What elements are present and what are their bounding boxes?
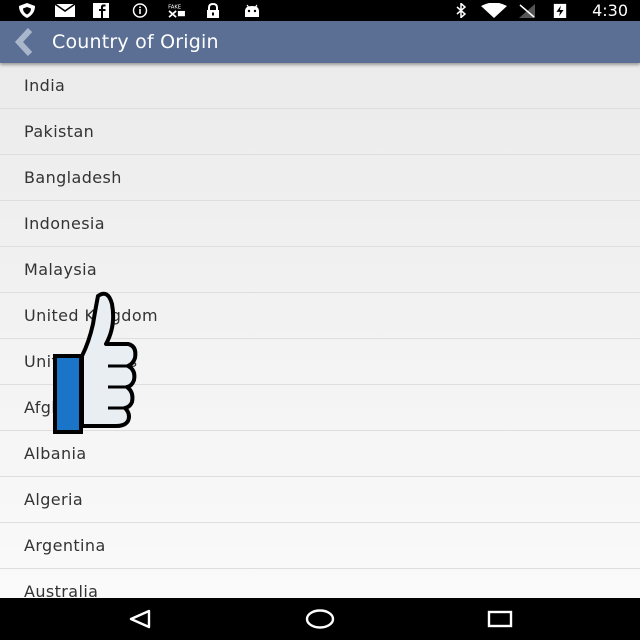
battery-charging-icon xyxy=(553,3,567,18)
back-button[interactable] xyxy=(6,21,44,63)
info-icon xyxy=(132,3,148,18)
nav-back-button[interactable] xyxy=(110,598,170,640)
country-item-algeria[interactable]: Algeria xyxy=(0,477,640,523)
status-time: 4:30 xyxy=(592,1,628,20)
country-item-bangladesh[interactable]: Bangladesh xyxy=(0,155,640,201)
fake-gps-icon: FAKE xyxy=(168,4,185,18)
country-item-albania[interactable]: Albania xyxy=(0,431,640,477)
nav-home-button[interactable] xyxy=(290,598,350,640)
bluetooth-icon xyxy=(456,3,467,18)
country-item-indonesia[interactable]: Indonesia xyxy=(0,201,640,247)
android-icon xyxy=(245,4,259,17)
country-item-pakistan[interactable]: Pakistan xyxy=(0,109,640,155)
email-icon xyxy=(54,3,76,17)
facebook-icon xyxy=(93,3,109,18)
wifi-icon xyxy=(481,3,507,18)
svg-text:FAKE: FAKE xyxy=(168,4,181,10)
no-signal-icon xyxy=(519,4,535,18)
country-item-australia[interactable]: Australia xyxy=(0,569,640,598)
home-circle-icon xyxy=(305,609,335,629)
nav-bar xyxy=(0,598,640,640)
lock-icon xyxy=(207,3,219,18)
recents-square-icon xyxy=(487,610,513,628)
country-item-argentina[interactable]: Argentina xyxy=(0,523,640,569)
back-triangle-icon xyxy=(129,609,151,629)
country-item-malaysia[interactable]: Malaysia xyxy=(0,247,640,293)
nav-recents-button[interactable] xyxy=(470,598,530,640)
chevron-left-icon xyxy=(14,27,33,57)
page-title: Country of Origin xyxy=(52,31,219,53)
app-bar: Country of Origin xyxy=(0,21,640,63)
country-item-india[interactable]: India xyxy=(0,63,640,109)
status-bar: FAKE 4:30 xyxy=(0,0,640,21)
thumbs-up-icon xyxy=(53,291,138,434)
shield-icon xyxy=(19,3,35,18)
